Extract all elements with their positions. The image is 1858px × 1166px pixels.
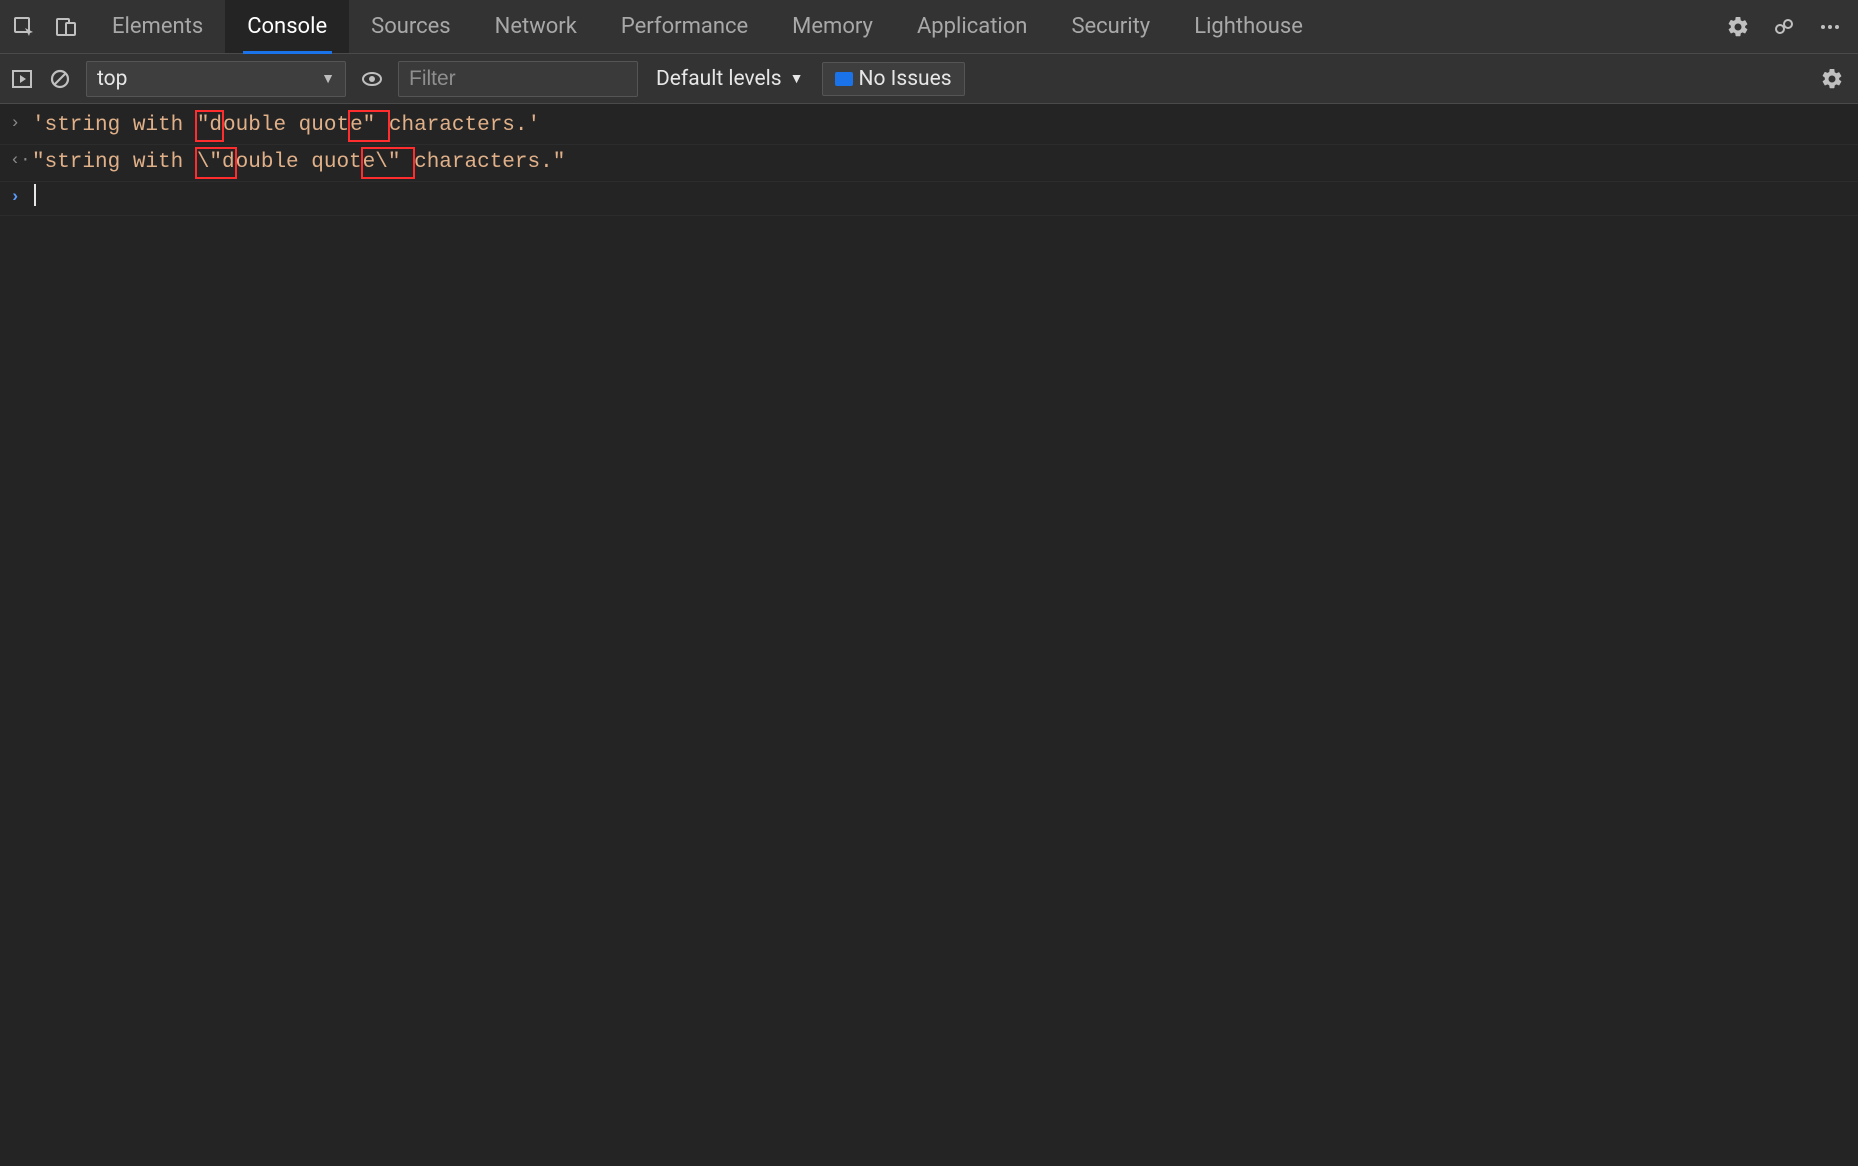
tab-label: Memory (792, 14, 873, 39)
issues-label: No Issues (859, 67, 952, 91)
tabbar-left-icon-group (8, 15, 90, 39)
console-row-content: "string with \"double quote\" characters… (32, 147, 565, 179)
tab-lighthouse[interactable]: Lighthouse (1172, 0, 1325, 53)
console-row-input: ›'string with "double quote" characters.… (0, 108, 1858, 145)
tab-network[interactable]: Network (473, 0, 599, 53)
log-levels-select[interactable]: Default levels ▼ (652, 67, 808, 91)
console-row-output: ‹·"string with \"double quote\" characte… (0, 145, 1858, 182)
tab-label: Sources (371, 14, 451, 39)
issues-button[interactable]: No Issues (822, 62, 965, 96)
text-segment: ouble quot (236, 151, 362, 174)
execution-context-select[interactable]: top ▼ (86, 61, 346, 97)
highlight-box: \"d (195, 147, 237, 179)
devtools-tabbar: Elements Console Sources Network Perform… (0, 0, 1858, 54)
tab-memory[interactable]: Memory (770, 0, 895, 53)
chevron-down-icon: ▼ (321, 70, 335, 87)
console-row-content: 'string with "double quote" characters.' (32, 110, 540, 142)
tab-label: Network (495, 14, 577, 39)
console-row-content (32, 184, 36, 213)
more-options-icon[interactable] (1818, 15, 1842, 39)
console-row-prompt[interactable]: › (0, 182, 1858, 216)
gear-icon[interactable] (1726, 15, 1750, 39)
activity-icon[interactable] (1772, 15, 1796, 39)
prompt-marker-icon: › (10, 184, 32, 212)
tab-label: Elements (112, 14, 203, 39)
context-selected-label: top (97, 67, 127, 91)
tab-elements[interactable]: Elements (90, 0, 225, 53)
issues-chip-icon (835, 72, 853, 86)
live-expression-icon[interactable] (360, 67, 384, 91)
text-segment: ouble quot (223, 114, 349, 137)
levels-label: Default levels (656, 67, 782, 91)
text-cursor (34, 184, 36, 206)
tab-application[interactable]: Application (895, 0, 1049, 53)
clear-console-icon[interactable] (48, 67, 72, 91)
tab-label: Application (917, 14, 1027, 39)
toggle-drawer-icon[interactable] (10, 67, 34, 91)
tab-label: Lighthouse (1194, 14, 1303, 39)
highlight-box: e\" (361, 147, 415, 179)
text-segment: characters.' (389, 114, 540, 137)
output-marker-icon: ‹· (10, 147, 32, 175)
tab-sources[interactable]: Sources (349, 0, 473, 53)
text-segment: characters." (414, 151, 565, 174)
text-segment: 'string with (32, 114, 196, 137)
filter-input[interactable] (398, 61, 638, 97)
text-segment: "string with (32, 151, 196, 174)
console-output-area[interactable]: ›'string with "double quote" characters.… (0, 104, 1858, 216)
chevron-down-icon: ▼ (790, 70, 804, 87)
highlight-box: e" (348, 110, 390, 142)
tab-label: Console (247, 14, 327, 39)
tabbar-tabs: Elements Console Sources Network Perform… (90, 0, 1325, 53)
console-toolbar-right (1820, 67, 1848, 91)
tab-security[interactable]: Security (1049, 0, 1172, 53)
highlight-box: "d (195, 110, 224, 142)
console-settings-gear-icon[interactable] (1820, 67, 1844, 91)
tab-console[interactable]: Console (225, 0, 349, 53)
console-toolbar: top ▼ Default levels ▼ No Issues (0, 54, 1858, 104)
tab-performance[interactable]: Performance (599, 0, 770, 53)
prompt-marker-icon: › (10, 110, 32, 138)
inspect-element-icon[interactable] (12, 15, 36, 39)
tabbar-right-icon-group (1726, 15, 1850, 39)
tab-label: Performance (621, 14, 748, 39)
tab-label: Security (1071, 14, 1150, 39)
device-toolbar-icon[interactable] (54, 15, 78, 39)
